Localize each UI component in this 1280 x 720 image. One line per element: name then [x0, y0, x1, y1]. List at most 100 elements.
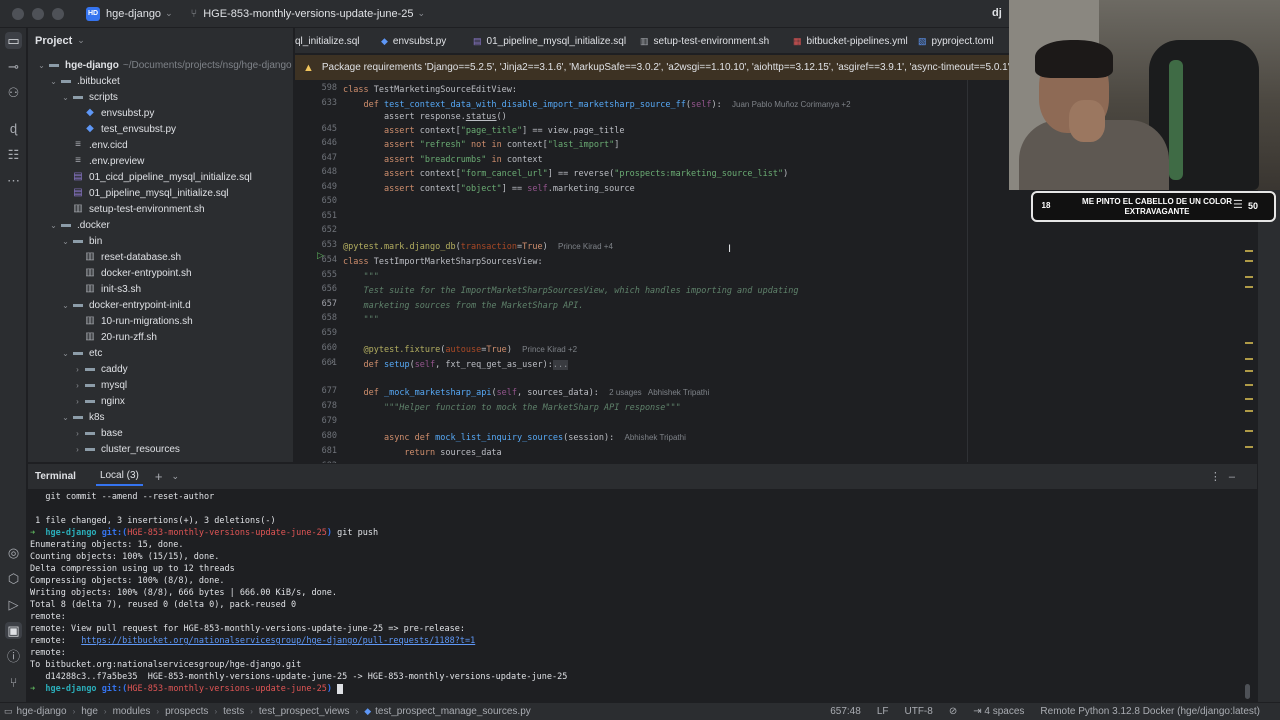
breadcrumb-item[interactable]: test_prospect_views	[259, 706, 350, 717]
tab-pyproject-toml[interactable]: ▧ pyproject.toml	[918, 28, 994, 53]
tree-item[interactable]: › ▬ nginx	[72, 393, 125, 409]
code-token: "refresh"	[419, 140, 466, 150]
chevron-down-icon[interactable]: ⌄	[60, 301, 71, 310]
tree-item[interactable]: › ▬ cluster_resources	[72, 441, 180, 457]
pull-request-link[interactable]: https://bitbucket.org/nationalservicesgr…	[81, 636, 475, 646]
warning-marker[interactable]	[1245, 250, 1253, 252]
tree-item[interactable]: ≡ .env.cicd	[60, 137, 128, 153]
more-tools-icon[interactable]: ⋯	[5, 172, 22, 189]
tree-item[interactable]: ▤ 01_pipeline_mysql_initialize.sql	[60, 185, 228, 201]
tree-item[interactable]: ⌄ ▬ k8s	[60, 409, 104, 425]
tab-01-pipeline-mysql-initialize-sql[interactable]: ▤ 01_pipeline_mysql_initialize.sql	[473, 28, 626, 53]
terminal-tool-icon[interactable]: ▣	[5, 622, 22, 639]
tree-item[interactable]: ◆ envsubst.py	[72, 105, 154, 121]
terminal-tab-local[interactable]: Local (3)	[95, 467, 143, 486]
tab-ql-initialize-sql[interactable]: ql_initialize.sql	[295, 28, 359, 53]
chevron-down-icon[interactable]: ⌄	[60, 349, 71, 358]
close-window-button[interactable]	[12, 7, 24, 20]
tree-item[interactable]: ▥ setup-test-environment.sh	[60, 201, 204, 217]
breadcrumb-item[interactable]: tests	[223, 706, 244, 717]
tree-item[interactable]: ⌄ ▬ bin	[60, 233, 102, 249]
caret-position[interactable]: 657:48	[830, 706, 861, 717]
line-number: 677	[321, 386, 337, 396]
git-tool-icon[interactable]: ⚇	[5, 84, 22, 101]
terminal-output[interactable]: git commit --amend --reset-author 1 file…	[28, 489, 1257, 702]
tab-setup-test-environment-sh[interactable]: ▥ setup-test-environment.sh	[640, 28, 769, 53]
services-tool-icon[interactable]: ◎	[5, 544, 22, 561]
run-test-icon[interactable]: ▷	[317, 250, 324, 261]
run-tool-icon[interactable]: ▷	[5, 596, 22, 613]
project-switcher[interactable]: hge-django	[106, 8, 161, 20]
tree-item[interactable]: ⌄ ▬ hge-django ~/Documents/projects/nsg/hge…	[36, 57, 291, 73]
warning-marker[interactable]	[1245, 430, 1253, 432]
breadcrumb-item[interactable]: modules	[113, 706, 151, 717]
banner-right-count: 50	[1248, 201, 1259, 211]
tab-bitbucket-pipelines-yml[interactable]: ▦ bitbucket-pipelines.yml	[793, 28, 908, 53]
chevron-down-icon[interactable]: ⌄	[60, 93, 71, 102]
django-tool-icon[interactable]: ɖ	[5, 120, 22, 137]
structure-tool-icon[interactable]: ☷	[5, 146, 22, 163]
tree-item[interactable]: ⌄ ▬ etc	[60, 345, 102, 361]
version-control-icon[interactable]: ⑂	[5, 674, 22, 691]
chevron-down-icon[interactable]: ⌄	[48, 77, 59, 86]
minimize-window-button[interactable]	[32, 7, 44, 20]
warning-marker[interactable]	[1245, 342, 1253, 344]
tree-item[interactable]: ⌄ ▬ scripts	[60, 89, 118, 105]
warning-marker[interactable]	[1245, 410, 1253, 412]
tree-item[interactable]: ▤ 01_cicd_pipeline_mysql_initialize.sql	[60, 169, 252, 185]
tree-item[interactable]: ▥ reset-database.sh	[72, 249, 181, 265]
tree-item[interactable]: › ▬ mysql	[72, 377, 127, 393]
chevron-right-icon[interactable]: ›	[72, 445, 83, 454]
tree-item[interactable]: ≡ .env.preview	[60, 153, 144, 169]
tree-item[interactable]: ⌄ ▬ docker-entrypoint-init.d	[60, 297, 191, 313]
terminal-options-dropdown[interactable]: ⌄	[171, 471, 179, 482]
problems-tool-icon[interactable]: ⓘ	[5, 648, 22, 665]
line-separator[interactable]: LF	[877, 706, 889, 717]
tree-item[interactable]: ▥ 20-run-zff.sh	[72, 329, 157, 345]
tree-item[interactable]: ▥ init-s3.sh	[72, 281, 141, 297]
breadcrumb-item[interactable]: test_prospect_manage_sources.py	[375, 706, 531, 717]
file-encoding[interactable]: UTF-8	[904, 706, 932, 717]
tree-item[interactable]: ▥ 10-run-migrations.sh	[72, 313, 192, 329]
chevron-right-icon[interactable]: ›	[72, 365, 83, 374]
terminal-actions[interactable]: ⋮–	[1210, 470, 1243, 483]
chevron-down-icon[interactable]: ⌄	[60, 237, 71, 246]
tab-envsubst-py[interactable]: ◆ envsubst.py	[381, 28, 446, 53]
project-tool-icon[interactable]: ▭	[5, 32, 22, 49]
python-packages-icon[interactable]: ⬡	[5, 570, 22, 587]
chevron-right-icon[interactable]: ›	[72, 429, 83, 438]
commit-tool-icon[interactable]: ⊸	[5, 58, 22, 75]
warning-marker[interactable]	[1245, 446, 1253, 448]
tree-item[interactable]: ⌄ ▬ .docker	[48, 217, 110, 233]
tree-item[interactable]: ⌄ ▬ .bitbucket	[48, 73, 120, 89]
tree-item[interactable]: ▥ docker-entrypoint.sh	[72, 265, 191, 281]
chevron-down-icon[interactable]: ⌄	[48, 221, 59, 230]
tree-item[interactable]: › ▬ base	[72, 425, 123, 441]
new-terminal-button[interactable]: +	[155, 469, 163, 484]
breadcrumb-item[interactable]: hge	[81, 706, 98, 717]
fold-expand-icon[interactable]: ›	[331, 356, 334, 366]
warning-marker[interactable]	[1245, 398, 1253, 400]
chevron-down-icon[interactable]: ⌄	[36, 61, 47, 70]
warning-marker[interactable]	[1245, 260, 1253, 262]
project-panel-header[interactable]: Project ⌄	[28, 28, 293, 53]
warning-marker[interactable]	[1245, 286, 1253, 288]
branch-switcher[interactable]: HGE-853-monthly-versions-update-june-25	[203, 8, 413, 20]
python-interpreter[interactable]: Remote Python 3.12.8 Docker (hge/django:…	[1040, 706, 1260, 717]
breadcrumb-item[interactable]: prospects	[165, 706, 208, 717]
line-number: 655	[321, 270, 337, 280]
warning-marker[interactable]	[1245, 276, 1253, 278]
warning-marker[interactable]	[1245, 370, 1253, 372]
indent-setting[interactable]: ⇥ 4 spaces	[973, 706, 1024, 717]
readonly-lock-icon[interactable]: ⊘	[949, 706, 957, 717]
chevron-down-icon[interactable]: ⌄	[60, 413, 71, 422]
terminal-scrollbar[interactable]	[1245, 684, 1250, 699]
maximize-window-button[interactable]	[52, 7, 64, 20]
chevron-right-icon[interactable]: ›	[72, 381, 83, 390]
tree-item[interactable]: › ▬ caddy	[72, 361, 128, 377]
warning-marker[interactable]	[1245, 384, 1253, 386]
breadcrumb-item[interactable]: hge-django	[17, 706, 67, 717]
chevron-right-icon[interactable]: ›	[72, 397, 83, 406]
warning-marker[interactable]	[1245, 358, 1253, 360]
tree-item[interactable]: ◆ test_envsubst.py	[72, 121, 176, 137]
